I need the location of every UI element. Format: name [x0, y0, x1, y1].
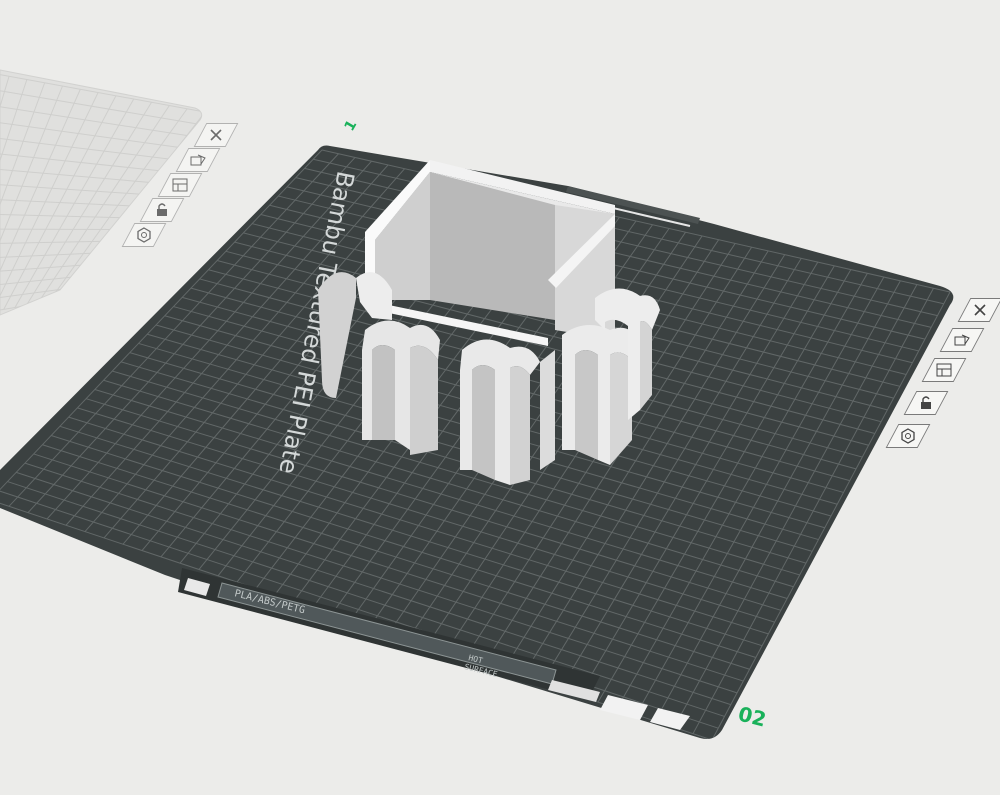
close-icon	[201, 124, 231, 146]
3d-viewport[interactable]: Bambu Textured PEI Plate PLA/ABS/PETG HO…	[0, 0, 1000, 795]
close-icon	[965, 299, 995, 321]
neighbor-plate-number: 1	[342, 118, 361, 134]
gear-icon	[129, 224, 159, 246]
plate-number: 02	[736, 702, 769, 732]
lock-icon	[911, 392, 941, 414]
gear-icon	[893, 425, 923, 447]
arrange-icon	[165, 174, 195, 196]
lock-icon	[147, 199, 177, 221]
auto-orient-icon	[183, 149, 213, 171]
auto-orient-icon	[947, 329, 977, 351]
arrange-icon	[929, 359, 959, 381]
